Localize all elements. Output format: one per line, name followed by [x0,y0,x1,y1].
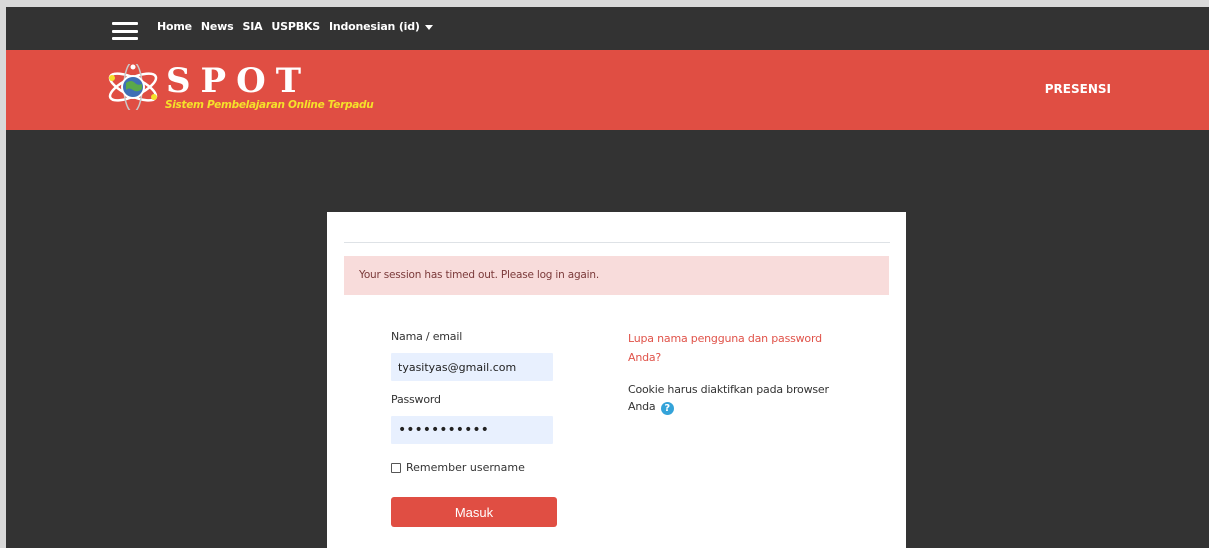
caret-down-icon [424,24,433,30]
language-label: Indonesian (id) [328,20,420,33]
cookie-notice: Cookie harus diaktifkan pada browser And… [628,381,858,415]
nav-links: Home News SIA USPBKS Indonesian (id) [157,20,433,33]
nav-link-sia[interactable]: SIA [242,20,262,33]
brand-header: SPOT Sistem Pembelajaran Online Terpadu … [6,50,1209,130]
username-input[interactable] [391,353,553,381]
nav-link-news[interactable]: News [201,20,234,33]
atom-globe-logo[interactable] [106,64,160,110]
question-circle-icon[interactable]: ? [660,402,674,415]
password-input[interactable] [391,416,553,444]
nav-link-uspbks[interactable]: USPBKS [271,20,320,33]
remember-username[interactable]: Remember username [391,461,525,474]
remember-checkbox[interactable] [391,462,401,473]
password-label: Password [391,393,441,406]
remember-label: Remember username [406,461,525,474]
top-navbar: Home News SIA USPBKS Indonesian (id) [6,7,1209,50]
card-divider [344,242,890,243]
forgot-password-link[interactable]: Lupa nama pengguna dan password Anda? [628,329,858,367]
session-timeout-alert: Your session has timed out. Please log i… [344,256,889,295]
cookie-notice-text: Cookie harus diaktifkan pada browser And… [628,383,829,413]
presensi-link[interactable]: PRESENSI [1045,82,1111,96]
brand-title: SPOT [166,61,312,101]
username-label: Nama / email [391,330,463,343]
brand-subtitle: Sistem Pembelajaran Online Terpadu [165,99,374,111]
page-frame: Home News SIA USPBKS Indonesian (id) SPO… [6,7,1209,548]
login-card: Your session has timed out. Please log i… [327,212,906,548]
language-dropdown[interactable]: Indonesian (id) [329,20,433,33]
hamburger-icon[interactable] [112,22,138,40]
login-button[interactable]: Masuk [391,497,557,527]
nav-link-home[interactable]: Home [157,20,192,33]
